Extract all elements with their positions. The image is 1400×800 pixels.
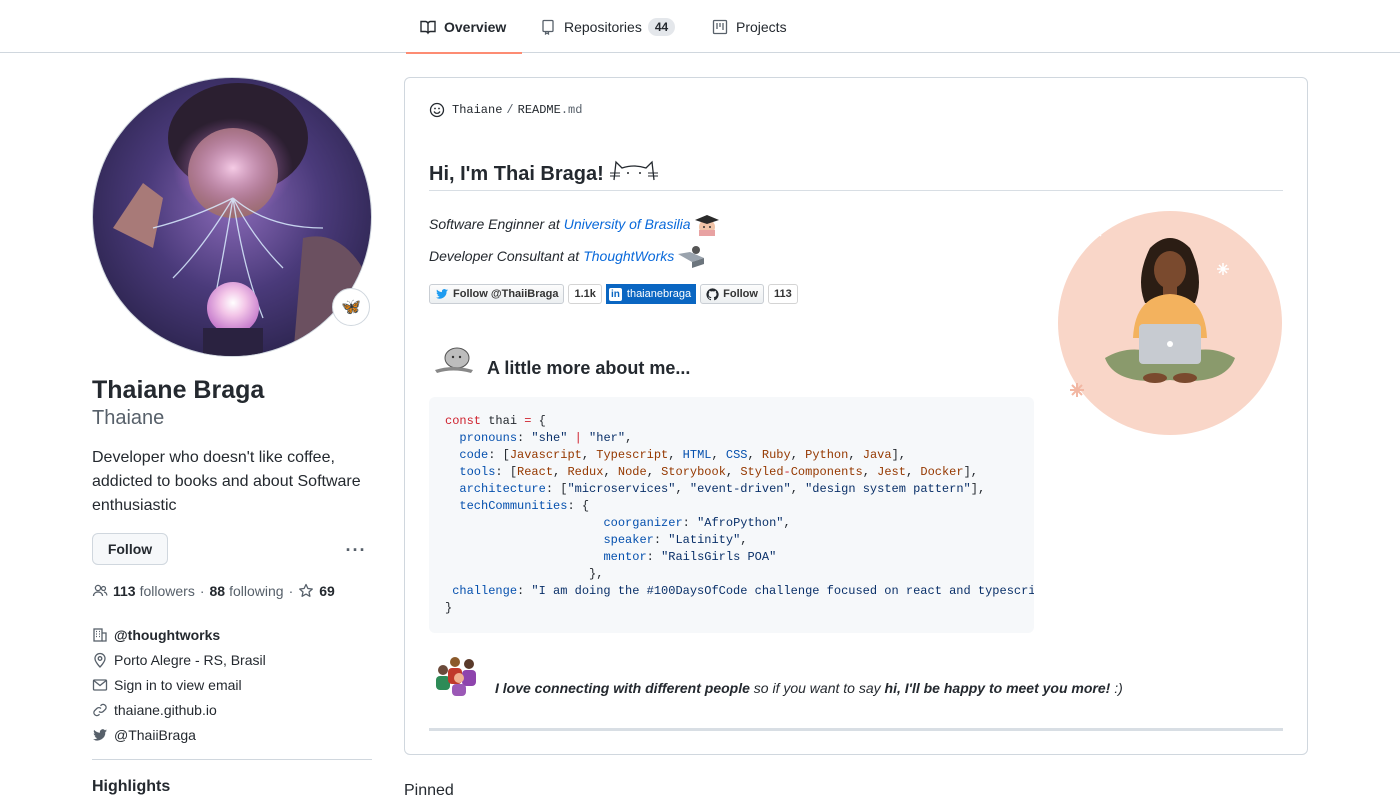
detail-organization[interactable]: @thoughtworks xyxy=(92,622,266,647)
twitter-text: @ThaiiBraga xyxy=(114,726,196,743)
detail-twitter[interactable]: @ThaiiBraga xyxy=(92,722,266,747)
path-separator: / xyxy=(506,103,514,117)
butterfly-icon: 🦋 xyxy=(341,299,361,316)
woman-laptop-illustration xyxy=(1055,208,1285,438)
readme-line-job: Software Enginner at University of Brasi… xyxy=(429,212,721,236)
highlights-heading: Highlights xyxy=(92,778,171,795)
connect-end: :) xyxy=(1114,680,1123,696)
reading-cat-icon xyxy=(433,344,475,379)
repo-icon xyxy=(540,19,556,35)
profile-username: Thaiane xyxy=(92,407,165,429)
tab-overview-label: Overview xyxy=(444,18,507,35)
organization-icon xyxy=(92,627,108,643)
project-icon xyxy=(712,19,728,35)
code-content: const thai = { pronouns: "she" | "her", … xyxy=(445,414,1034,615)
people-icon xyxy=(92,583,108,599)
github-follower-count: 113 xyxy=(767,284,798,304)
readme-line-consultant: Developer Consultant at ThoughtWorks xyxy=(429,244,706,268)
following-link[interactable]: 88 following xyxy=(210,583,284,599)
profile-tabbar: Overview Repositories 44 Projects xyxy=(0,0,1400,54)
twitter-follower-count: 1.1k xyxy=(568,284,602,304)
github-badge-label: Follow xyxy=(723,288,758,300)
more-options-button[interactable]: ··· xyxy=(344,538,368,562)
readme-file-name[interactable]: README xyxy=(518,103,561,117)
readme-file-ext: .md xyxy=(560,103,583,117)
readme-owner-link[interactable]: Thaiane xyxy=(452,103,502,117)
laptop-person-icon xyxy=(676,244,706,268)
followers-count: 113 xyxy=(113,583,136,599)
following-label: following xyxy=(229,583,284,599)
linkedin-badge[interactable]: in thaianebraga xyxy=(605,284,697,304)
email-text: Sign in to view email xyxy=(114,676,242,693)
smiley-icon xyxy=(429,102,445,118)
about-heading: A little more about me... xyxy=(433,344,690,379)
twitter-bird-icon xyxy=(435,288,449,300)
profile-stats: 113 followers · 88 following · 69 xyxy=(92,583,339,599)
tab-projects[interactable]: Projects xyxy=(712,0,787,53)
followers-label: followers xyxy=(139,583,195,599)
connect-bold-2: hi, I'll be happy to meet you more! xyxy=(884,680,1111,696)
readme-bottom-divider xyxy=(429,728,1283,731)
readme-header: Thaiane / README .md xyxy=(429,102,582,118)
readme-title-text: Hi, I'm Thai Braga! xyxy=(429,162,604,185)
location-text: Porto Alegre - RS, Brasil xyxy=(114,651,266,668)
tab-repositories[interactable]: Repositories 44 xyxy=(540,0,676,53)
website-text: thaiane.github.io xyxy=(114,701,217,718)
github-icon xyxy=(706,287,719,301)
pinned-heading: Pinned xyxy=(404,782,454,799)
status-badge[interactable]: 🦋 xyxy=(332,288,370,326)
profile-full-name: Thaiane Braga xyxy=(92,376,265,404)
github-follow-badge[interactable]: Follow xyxy=(700,284,764,304)
following-count: 88 xyxy=(209,583,226,599)
organization-text: @thoughtworks xyxy=(114,626,221,643)
consultant-prefix: Developer Consultant at xyxy=(429,248,580,264)
followers-link[interactable]: 113 followers xyxy=(113,583,195,599)
repositories-count: 44 xyxy=(647,17,676,36)
social-badges: Follow @ThaiiBraga 1.1k in thaianebraga … xyxy=(429,284,802,304)
stars-link[interactable]: 69 xyxy=(298,583,339,599)
star-icon xyxy=(298,583,314,599)
connect-text: I love connecting with different people … xyxy=(495,680,1123,696)
about-heading-text: A little more about me... xyxy=(487,358,691,378)
twitter-follow-badge[interactable]: Follow @ThaiiBraga xyxy=(429,284,565,304)
tab-repositories-label: Repositories xyxy=(564,18,642,35)
mail-icon xyxy=(92,677,108,693)
avatar[interactable] xyxy=(92,77,372,357)
detail-website[interactable]: thaiane.github.io xyxy=(92,697,266,722)
linkedin-icon: in xyxy=(608,287,622,301)
university-link[interactable]: University of Brasilia xyxy=(564,216,691,232)
stats-separator: · xyxy=(199,583,205,599)
job-prefix: Software Enginner at xyxy=(429,216,560,232)
profile-bio: Developer who doesn't like coffee, addic… xyxy=(92,449,361,514)
detail-email[interactable]: Sign in to view email xyxy=(92,672,266,697)
readme-title: Hi, I'm Thai Braga! xyxy=(429,158,658,190)
sidebar-divider xyxy=(92,759,372,760)
readme-card: Thaiane / README .md Hi, I'm Thai Braga! … xyxy=(404,77,1308,755)
stats-separator: · xyxy=(288,583,294,599)
book-icon xyxy=(420,19,436,35)
follow-button[interactable]: Follow xyxy=(92,533,168,565)
link-icon xyxy=(92,702,108,718)
stars-count: 69 xyxy=(319,583,335,599)
tab-overview[interactable]: Overview xyxy=(405,0,523,54)
connect-line: I love connecting with different people … xyxy=(433,652,1123,699)
linkedin-badge-label: thaianebraga xyxy=(626,288,692,300)
graduation-student-icon xyxy=(693,212,721,236)
connect-bold-1: I love connecting with different people xyxy=(495,680,750,696)
cat-icon xyxy=(609,158,658,190)
readme-title-divider xyxy=(429,190,1283,191)
code-block: const thai = { pronouns: "she" | "her", … xyxy=(429,397,1034,633)
twitter-icon xyxy=(92,727,108,743)
detail-location: Porto Alegre - RS, Brasil xyxy=(92,647,266,672)
tab-projects-label: Projects xyxy=(736,18,787,35)
people-group-icon xyxy=(433,652,483,699)
connect-middle: so if you want to say xyxy=(753,680,881,696)
twitter-badge-label: Follow @ThaiiBraga xyxy=(453,288,559,300)
thoughtworks-link[interactable]: ThoughtWorks xyxy=(583,248,674,264)
location-icon xyxy=(92,652,108,668)
profile-details: @thoughtworks Porto Alegre - RS, Brasil … xyxy=(92,622,266,747)
